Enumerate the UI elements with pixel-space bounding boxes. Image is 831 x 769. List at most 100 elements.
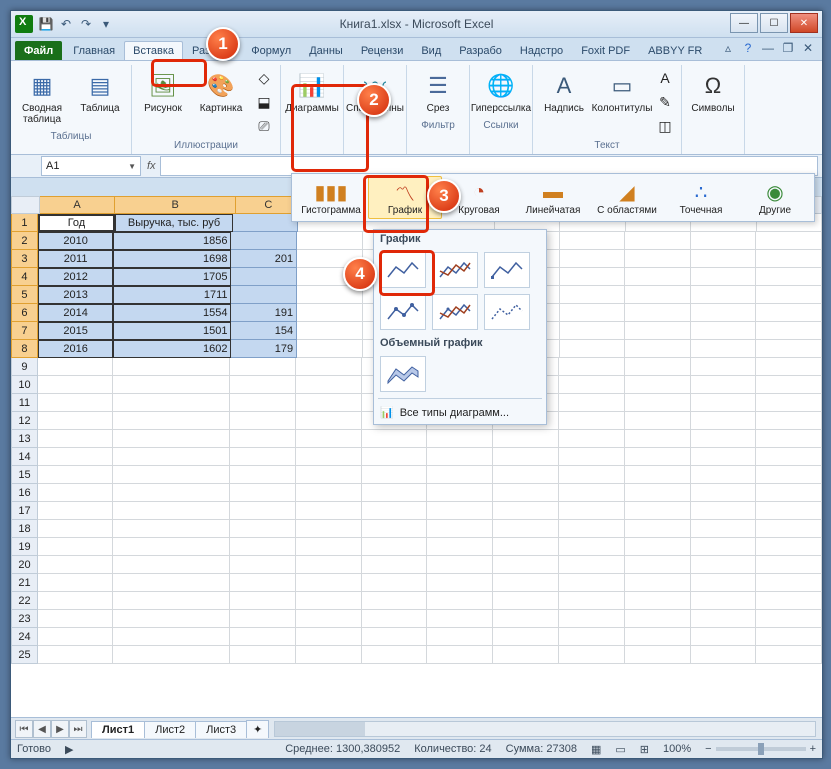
cell[interactable] bbox=[625, 394, 691, 412]
cell[interactable] bbox=[691, 394, 757, 412]
cell[interactable] bbox=[427, 538, 493, 556]
smartart-icon[interactable]: ⬓ bbox=[252, 91, 276, 113]
cell[interactable] bbox=[691, 250, 757, 268]
tab-home[interactable]: Главная bbox=[64, 41, 124, 60]
cell[interactable] bbox=[230, 376, 296, 394]
new-sheet-button[interactable]: ✦ bbox=[246, 720, 269, 738]
tab-foxit[interactable]: Foxit PDF bbox=[572, 41, 639, 60]
cell[interactable] bbox=[559, 412, 625, 430]
line-chart-option-3[interactable] bbox=[484, 252, 530, 288]
cell[interactable]: 1856 bbox=[113, 232, 231, 250]
cell[interactable] bbox=[560, 232, 626, 250]
cell[interactable] bbox=[362, 538, 428, 556]
horizontal-scrollbar[interactable] bbox=[274, 721, 816, 737]
cell[interactable] bbox=[297, 304, 363, 322]
cell[interactable] bbox=[38, 430, 113, 448]
cell[interactable] bbox=[230, 412, 296, 430]
redo-icon[interactable]: ↷ bbox=[77, 15, 95, 33]
macro-icon[interactable]: ▶ bbox=[65, 743, 73, 756]
line-chart-option-6[interactable] bbox=[484, 294, 530, 330]
cell[interactable] bbox=[559, 610, 625, 628]
cell[interactable] bbox=[559, 484, 625, 502]
cell[interactable] bbox=[427, 574, 493, 592]
cell[interactable] bbox=[230, 592, 296, 610]
cell[interactable] bbox=[691, 502, 757, 520]
cell[interactable] bbox=[296, 430, 362, 448]
cell[interactable] bbox=[559, 376, 625, 394]
row-header[interactable]: 9 bbox=[11, 358, 38, 376]
cell[interactable] bbox=[113, 502, 230, 520]
cell[interactable] bbox=[362, 610, 428, 628]
cell[interactable] bbox=[230, 430, 296, 448]
cell[interactable]: 2014 bbox=[38, 304, 114, 322]
cell[interactable] bbox=[625, 484, 691, 502]
row-header[interactable]: 18 bbox=[11, 520, 38, 538]
cell[interactable] bbox=[625, 574, 691, 592]
cell[interactable] bbox=[625, 592, 691, 610]
row-header[interactable]: 22 bbox=[11, 592, 38, 610]
cell[interactable] bbox=[493, 484, 559, 502]
cell[interactable] bbox=[625, 628, 691, 646]
cell[interactable] bbox=[756, 286, 822, 304]
tab-insert[interactable]: Вставка bbox=[124, 41, 183, 60]
cell[interactable] bbox=[297, 340, 363, 358]
cell[interactable]: 154 bbox=[231, 322, 297, 340]
zoom-slider[interactable]: − + bbox=[705, 743, 816, 755]
line-chart-3d-option[interactable] bbox=[380, 356, 426, 392]
undo-icon[interactable]: ↶ bbox=[57, 15, 75, 33]
tab-addins[interactable]: Надстро bbox=[511, 41, 572, 60]
sheet-tab-2[interactable]: Лист2 bbox=[144, 721, 196, 738]
row-header[interactable]: 15 bbox=[11, 466, 38, 484]
cell[interactable] bbox=[625, 340, 691, 358]
cell[interactable] bbox=[113, 556, 230, 574]
cell[interactable] bbox=[691, 556, 757, 574]
line-chart-option-2[interactable] bbox=[432, 252, 478, 288]
cell[interactable] bbox=[113, 574, 230, 592]
cell[interactable] bbox=[427, 484, 493, 502]
cell[interactable] bbox=[427, 610, 493, 628]
row-header[interactable]: 25 bbox=[11, 646, 38, 664]
cell[interactable] bbox=[559, 556, 625, 574]
charts-button[interactable]: 📊 Диаграммы bbox=[285, 67, 339, 117]
cell[interactable] bbox=[296, 376, 362, 394]
tab-view[interactable]: Вид bbox=[412, 41, 450, 60]
fx-icon[interactable]: fx bbox=[147, 160, 156, 172]
cell[interactable]: 2016 bbox=[38, 340, 114, 358]
cell[interactable] bbox=[625, 520, 691, 538]
cell[interactable] bbox=[427, 628, 493, 646]
cell[interactable] bbox=[38, 628, 113, 646]
cell[interactable] bbox=[756, 232, 822, 250]
pivot-table-button[interactable]: ▦ Сводная таблица bbox=[15, 67, 69, 128]
cell[interactable] bbox=[625, 304, 691, 322]
screenshot-icon[interactable]: ⎚ bbox=[252, 115, 276, 137]
cell[interactable] bbox=[296, 592, 362, 610]
tab-first-icon[interactable]: ⏮ bbox=[15, 720, 33, 738]
cell[interactable] bbox=[756, 628, 822, 646]
cell[interactable] bbox=[230, 556, 296, 574]
cell[interactable] bbox=[691, 592, 757, 610]
cell[interactable] bbox=[296, 520, 362, 538]
cell[interactable] bbox=[296, 610, 362, 628]
help-icon[interactable]: ? bbox=[740, 40, 756, 56]
cell[interactable] bbox=[230, 394, 296, 412]
cell[interactable] bbox=[560, 322, 626, 340]
row-header[interactable]: 6 bbox=[11, 304, 38, 322]
cell[interactable] bbox=[38, 376, 113, 394]
cell[interactable] bbox=[493, 574, 559, 592]
cell[interactable] bbox=[362, 592, 428, 610]
row-header[interactable]: 2 bbox=[11, 232, 38, 250]
cell[interactable] bbox=[560, 268, 626, 286]
minimize-ribbon-icon[interactable]: ▵ bbox=[720, 40, 736, 56]
cell[interactable] bbox=[625, 646, 691, 664]
cell[interactable] bbox=[493, 430, 559, 448]
cell[interactable] bbox=[691, 268, 757, 286]
cell[interactable] bbox=[559, 538, 625, 556]
cell[interactable] bbox=[625, 250, 691, 268]
cell[interactable] bbox=[362, 448, 428, 466]
cell[interactable] bbox=[230, 448, 296, 466]
cell[interactable] bbox=[362, 466, 428, 484]
tab-formulas[interactable]: Формул bbox=[242, 41, 300, 60]
cell[interactable] bbox=[230, 610, 296, 628]
cell[interactable] bbox=[559, 592, 625, 610]
cell[interactable] bbox=[113, 466, 230, 484]
